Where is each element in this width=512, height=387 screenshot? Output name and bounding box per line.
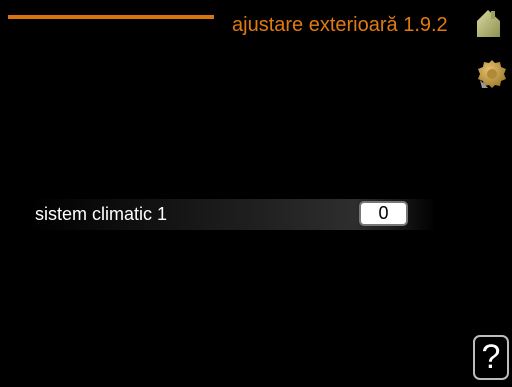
climate-system-label: sistem climatic 1 [35,204,168,224]
header-divider [8,15,214,19]
help-button[interactable]: ? [473,335,509,380]
climate-system-row[interactable]: sistem climatic 1 0 [28,199,436,230]
gear-icon[interactable] [476,58,508,90]
house-icon[interactable] [474,8,502,38]
page-title: ajustare exterioară 1.9.2 [232,14,448,36]
climate-system-value-field[interactable]: 0 [359,201,408,226]
